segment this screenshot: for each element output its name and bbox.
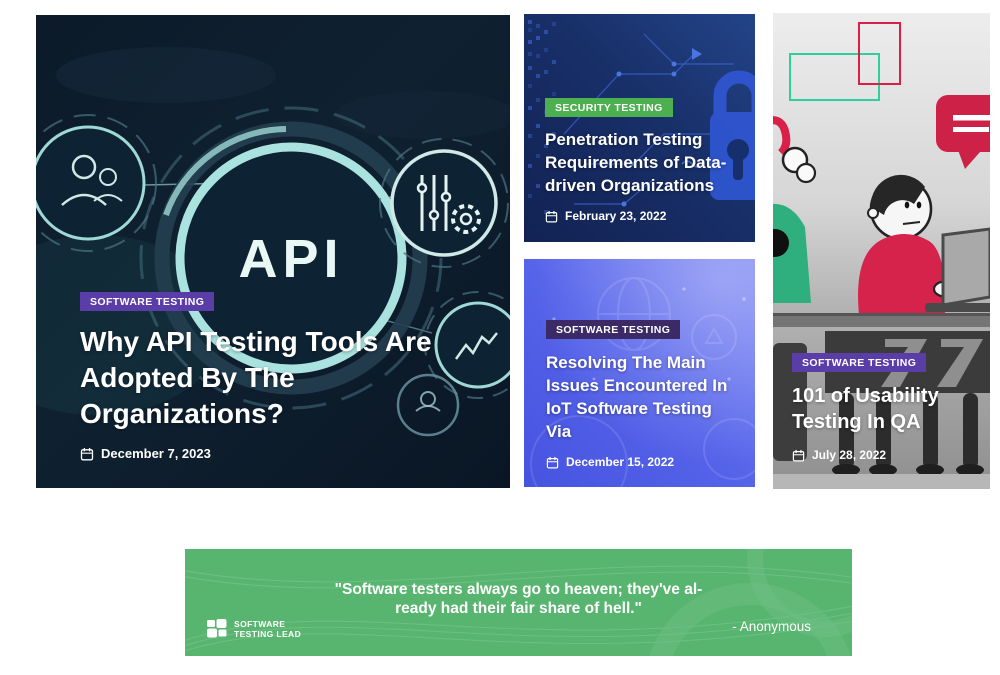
calendar-icon: [80, 447, 94, 461]
quote-line-1: "Software testers always go to heaven; t…: [185, 580, 852, 599]
calendar-icon: [546, 456, 559, 469]
category-badge[interactable]: SOFTWARE TESTING: [546, 320, 680, 340]
quote-line-2: ready had their fair share of hell.": [185, 599, 852, 618]
post-title[interactable]: Why API Testing Tools Are Adopted By The…: [80, 324, 432, 432]
post-date: February 23, 2022: [565, 209, 666, 223]
software-testing-lead-logo: SOFTWARE TESTING LEAD: [207, 619, 301, 639]
logo-icon: [207, 619, 228, 639]
post-date-row: July 28, 2022: [792, 448, 980, 462]
post-card-iot-testing[interactable]: SOFTWARE TESTING Resolving The Main Issu…: [524, 259, 755, 487]
post-card-api-testing[interactable]: API SOFTWARE TESTING Why API Testing Too…: [36, 15, 510, 488]
post-card-usability-testing[interactable]: SOFTWARE TESTING 101 of Usability Testin…: [773, 13, 990, 489]
post-title[interactable]: Resolving The Main Issues Encountered In…: [546, 351, 741, 443]
post-date-row: February 23, 2022: [545, 209, 741, 223]
logo-line-1: SOFTWARE: [234, 619, 301, 629]
post-title[interactable]: 101 of Usability Testing In QA: [792, 383, 980, 435]
post-date: December 7, 2023: [101, 446, 211, 461]
quote-attribution: - Anonymous: [732, 619, 811, 634]
category-badge[interactable]: SOFTWARE TESTING: [80, 292, 214, 312]
post-date: July 28, 2022: [812, 448, 886, 462]
calendar-icon: [545, 210, 558, 223]
svg-text:API: API: [238, 229, 343, 289]
post-date-row: December 7, 2023: [80, 446, 470, 461]
category-badge[interactable]: SOFTWARE TESTING: [792, 353, 926, 373]
category-badge[interactable]: SECURITY TESTING: [545, 98, 673, 118]
post-title[interactable]: Penetration Testing Requirements of Data…: [545, 128, 741, 197]
quote-text: "Software testers always go to heaven; t…: [185, 580, 852, 618]
post-date: December 15, 2022: [566, 455, 674, 469]
post-card-penetration-testing[interactable]: SECURITY TESTING Penetration Testing Req…: [524, 14, 755, 242]
logo-line-2: TESTING LEAD: [234, 629, 301, 639]
quote-banner: "Software testers always go to heaven; t…: [185, 549, 852, 656]
calendar-icon: [792, 449, 805, 462]
post-date-row: December 15, 2022: [546, 455, 741, 469]
